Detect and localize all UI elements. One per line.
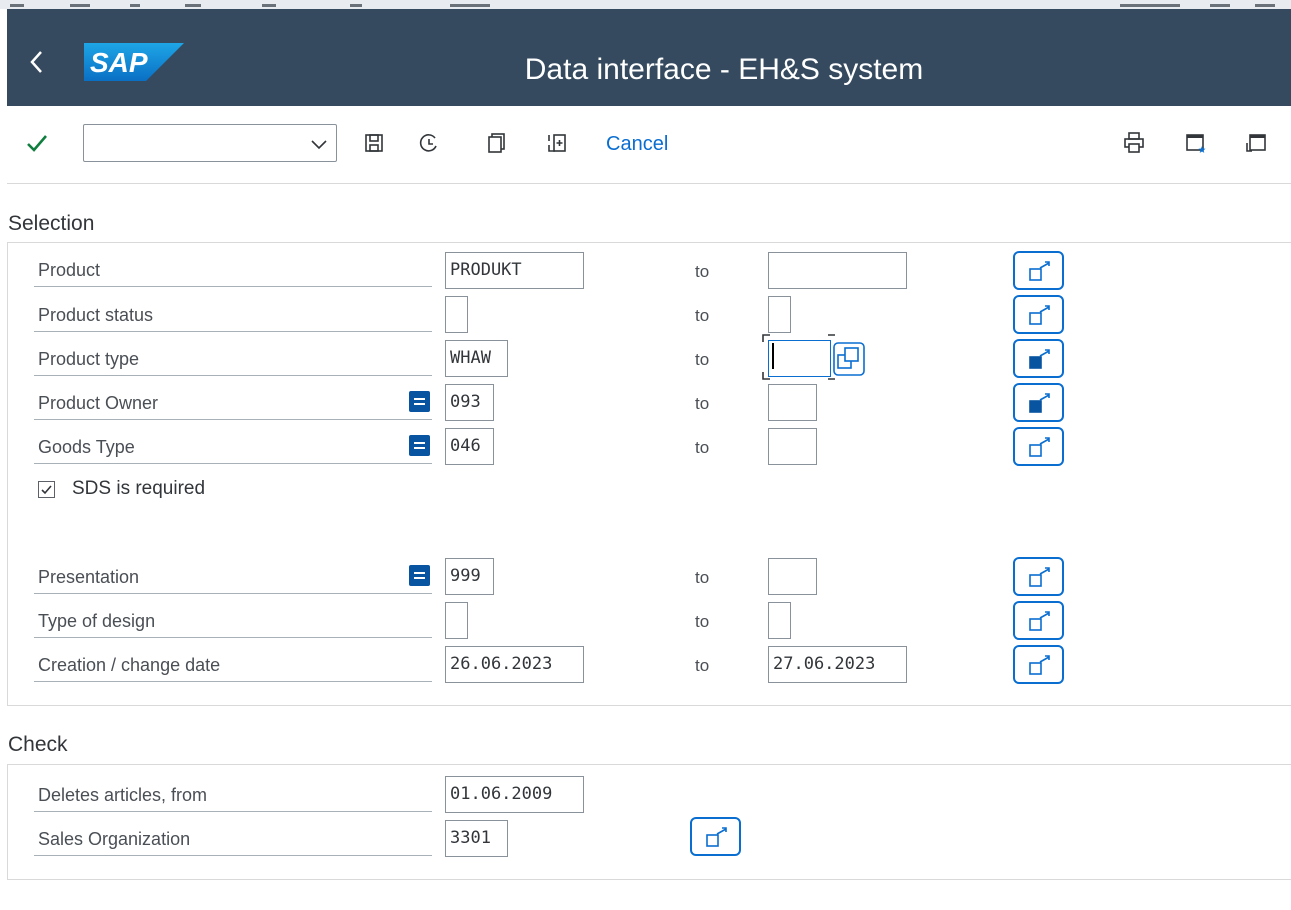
creation-change-date-label: Creation / change date (34, 648, 432, 682)
to-label: to (695, 306, 710, 325)
product-to-input[interactable] (768, 252, 907, 289)
creation-date-from-input[interactable]: 26.06.2023 (445, 646, 584, 683)
select-option-equals-icon[interactable] (409, 435, 430, 456)
sds-required-label: SDS is required (72, 478, 206, 499)
to-label: to (695, 438, 710, 457)
goods-type-to-input[interactable] (768, 428, 817, 465)
multiple-selection-icon (1029, 261, 1050, 281)
product-type-multiple-selection-button[interactable] (1013, 339, 1064, 378)
product-type-from-input[interactable]: WHAW (445, 340, 508, 377)
multiple-selection-icon (1029, 567, 1050, 587)
to-label: to (695, 568, 710, 587)
save-icon[interactable] (362, 131, 386, 155)
type-of-design-multiple-selection-button[interactable] (1013, 601, 1064, 640)
selection-section-title: Selection (8, 212, 95, 235)
multiple-selection-active-icon (1029, 393, 1050, 413)
to-label: to (695, 262, 710, 281)
execute-background-icon[interactable] (545, 131, 569, 155)
sales-organization-label: Sales Organization (34, 822, 432, 856)
product-from-input[interactable]: PRODUKT (445, 252, 584, 289)
product-status-from-input[interactable] (445, 296, 468, 333)
new-session-icon[interactable] (1184, 131, 1208, 155)
cancel-button[interactable]: Cancel (606, 132, 668, 156)
multiple-selection-icon (706, 827, 727, 847)
application-toolbar: Cancel (7, 106, 1291, 184)
presentation-to-input[interactable] (768, 558, 817, 595)
multiple-selection-icon (1029, 655, 1050, 675)
product-owner-label: Product Owner (34, 386, 432, 420)
creation-date-multiple-selection-button[interactable] (1013, 645, 1064, 684)
to-label: to (695, 612, 710, 631)
goods-type-multiple-selection-button[interactable] (1013, 427, 1064, 466)
type-of-design-to-input[interactable] (768, 602, 791, 639)
check-icon[interactable] (25, 131, 49, 155)
os-titlebar (0, 0, 1291, 9)
multiple-selection-icon (1029, 437, 1050, 457)
multiple-selection-icon (1029, 611, 1050, 631)
multiple-selection-icon (1029, 305, 1050, 325)
deletes-articles-label: Deletes articles, from (34, 778, 432, 812)
command-field[interactable] (83, 124, 337, 162)
sales-organization-input[interactable]: 3301 (445, 820, 508, 857)
product-owner-to-input[interactable] (768, 384, 817, 421)
select-option-equals-icon[interactable] (409, 565, 430, 586)
product-status-multiple-selection-button[interactable] (1013, 295, 1064, 334)
chevron-down-icon[interactable] (310, 135, 328, 153)
shell-header: SAP Data interface - EH&S system (7, 9, 1291, 106)
product-owner-multiple-selection-button[interactable] (1013, 383, 1064, 422)
product-multiple-selection-button[interactable] (1013, 251, 1064, 290)
to-label: to (695, 350, 710, 369)
multiple-selection-active-icon (1029, 349, 1050, 369)
deletes-articles-from-input[interactable]: 01.06.2009 (445, 776, 584, 813)
checkmark-icon (41, 485, 52, 495)
to-label: to (695, 394, 710, 413)
value-help-icon[interactable] (833, 342, 865, 376)
sales-organization-multiple-selection-button[interactable] (690, 817, 741, 856)
customize-layout-icon[interactable] (1244, 131, 1268, 155)
goods-type-label: Goods Type (34, 430, 432, 464)
select-option-equals-icon[interactable] (409, 391, 430, 412)
presentation-multiple-selection-button[interactable] (1013, 557, 1064, 596)
creation-date-to-input[interactable]: 27.06.2023 (768, 646, 907, 683)
product-status-label: Product status (34, 298, 432, 332)
check-section-title: Check (8, 733, 68, 756)
presentation-label: Presentation (34, 560, 432, 594)
copy-icon[interactable] (485, 131, 509, 155)
input-focus-frame (762, 334, 835, 380)
type-of-design-label: Type of design (34, 604, 432, 638)
product-owner-from-input[interactable]: 093 (445, 384, 494, 421)
type-of-design-from-input[interactable] (445, 602, 468, 639)
product-label: Product (34, 253, 432, 287)
presentation-from-input[interactable]: 999 (445, 558, 494, 595)
to-label: to (695, 656, 710, 675)
product-status-to-input[interactable] (768, 296, 791, 333)
sds-required-checkbox[interactable] (38, 481, 55, 498)
page-title: Data interface - EH&S system (524, 53, 924, 86)
print-icon[interactable] (1122, 131, 1146, 155)
product-type-label: Product type (34, 342, 432, 376)
get-variant-icon[interactable] (417, 131, 441, 155)
goods-type-from-input[interactable]: 046 (445, 428, 494, 465)
